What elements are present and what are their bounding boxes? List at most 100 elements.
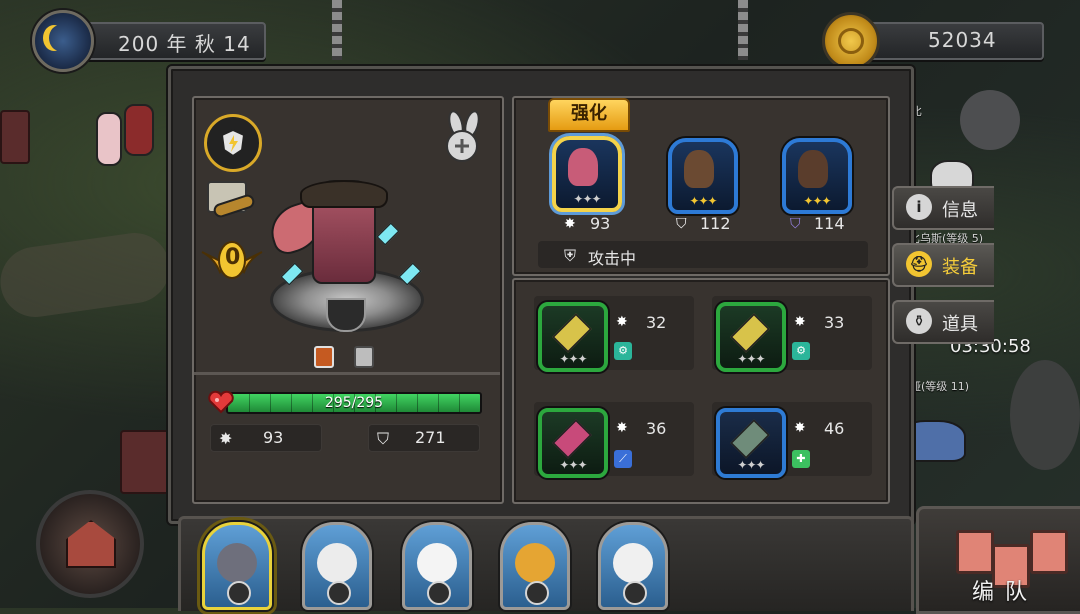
tab-info-label: 信息	[942, 200, 978, 221]
status-text: 攻击中	[588, 249, 637, 268]
tab-equipment[interactable]: ⛑ 装备	[892, 243, 994, 287]
background-house	[0, 110, 30, 164]
role-badge-icon	[623, 581, 647, 605]
equipment-slot-helmet[interactable]: ✦✦✦	[782, 138, 852, 214]
equipment-slot-weapon[interactable]: ✦✦✦	[552, 136, 622, 212]
hp-bar: 295/295	[226, 392, 482, 414]
accessory-value: 46	[824, 419, 845, 438]
status-bar: ⛨ 攻击中	[538, 241, 868, 268]
armor-relic-item-icon	[730, 419, 770, 459]
weapon-item-icon	[568, 148, 598, 186]
background-path	[0, 228, 175, 322]
element-badge-icon	[354, 346, 374, 368]
role-badge-icon	[327, 581, 351, 605]
party-member-2[interactable]	[302, 522, 372, 610]
add-rabbit-icon[interactable]	[440, 110, 486, 164]
leopard-portrait	[515, 543, 555, 583]
accessory-slot-3[interactable]: ✦✦✦	[538, 408, 608, 478]
tab-equipment-label: 装备	[942, 257, 978, 278]
tech-tag-icon: ⚙	[614, 342, 632, 360]
item-stars: ✦✦✦	[803, 194, 831, 208]
shield-icon: ⛉	[676, 216, 687, 232]
team-formation-icon	[1030, 530, 1068, 574]
lightning-shield-icon[interactable]	[204, 114, 262, 172]
party-member-5[interactable]	[598, 522, 668, 610]
strengthen-tag[interactable]: 强化	[548, 98, 630, 132]
relic-item-icon	[552, 313, 592, 353]
attack-burst-icon: ✸	[794, 314, 806, 330]
hp-text: 295/295	[324, 395, 384, 411]
telescope-map-icon[interactable]	[204, 178, 258, 222]
item-stars: ✦✦✦	[737, 352, 765, 366]
villager-sprite[interactable]	[96, 112, 122, 166]
item-stars: ✦✦✦	[559, 352, 587, 366]
accessory-value: 32	[646, 313, 667, 332]
role-badge-icon	[427, 581, 451, 605]
accessory-value: 36	[646, 419, 667, 438]
party-member-4[interactable]	[500, 522, 570, 610]
team-formation-label: 编 队	[972, 580, 1029, 605]
pirate-bird-portrait	[217, 543, 257, 583]
helmet-icon: ⛑	[906, 251, 932, 277]
slash-tag-icon: ⟋	[614, 450, 632, 468]
attack-burst-icon: ✸	[616, 314, 628, 330]
moon-clock-icon[interactable]	[32, 10, 94, 72]
home-house-button[interactable]	[36, 490, 144, 598]
tab-items[interactable]: ⚱ 道具	[892, 300, 994, 344]
hanging-chain	[332, 0, 342, 60]
defense-value: 271	[415, 428, 446, 447]
hanging-chain	[738, 0, 748, 60]
attack-burst-icon: ✸	[794, 420, 806, 436]
polar-bear-portrait	[417, 543, 457, 583]
role-badge-icon	[525, 581, 549, 605]
npc-portrait-bubble[interactable]	[960, 90, 1020, 150]
background-rock	[1010, 360, 1080, 470]
date-bar: 200 年 秋 14	[76, 22, 266, 60]
item-stars: ✦✦✦	[573, 192, 601, 206]
relic-item-icon	[730, 313, 770, 353]
plus-tag-icon: ✚	[792, 450, 810, 468]
helmet-value: 114	[814, 214, 845, 233]
team-formation-icon	[956, 530, 994, 574]
heart-icon	[208, 390, 234, 414]
white-alpaca-portrait	[613, 543, 653, 583]
armor-item-icon	[684, 150, 714, 188]
tech-tag-icon: ⚙	[792, 342, 810, 360]
class-badge-icon	[314, 346, 334, 368]
accessory-slot-1[interactable]: ✦✦✦	[538, 302, 608, 372]
accessory-slot-4[interactable]: ✦✦✦	[716, 408, 786, 478]
rank-value: 0	[225, 245, 241, 270]
gold-bar: 52034	[866, 22, 1044, 60]
attack-burst-icon: ✸	[219, 429, 233, 448]
moon-glyph	[49, 25, 71, 51]
accessory-value: 33	[824, 313, 845, 332]
panel-divider	[194, 372, 500, 375]
defense-stat: ⛉ 271	[368, 424, 480, 452]
helmet-item-icon	[798, 150, 828, 188]
villager-sprite[interactable]	[124, 104, 154, 156]
item-stars: ✦✦✦	[689, 194, 717, 208]
weapon-value: 93	[590, 214, 611, 233]
item-stars: ✦✦✦	[559, 458, 587, 472]
party-member-1[interactable]	[202, 522, 272, 610]
battle-badge-icon: ⛨	[564, 246, 577, 265]
party-member-3[interactable]	[402, 522, 472, 610]
armor-value: 112	[700, 214, 731, 233]
tab-info[interactable]: i 信息	[892, 186, 994, 230]
hero-hat	[300, 180, 388, 208]
role-badge-icon	[227, 581, 251, 605]
equipment-slot-armor[interactable]: ✦✦✦	[668, 138, 738, 214]
pedestal-shield-emblem	[326, 298, 366, 332]
tab-items-label: 道具	[942, 314, 978, 335]
shield-icon: ⛉	[377, 429, 390, 448]
attack-stat: ✸ 93	[210, 424, 322, 452]
winged-badge-icon[interactable]: 0	[200, 238, 264, 284]
accessory-slot-2[interactable]: ✦✦✦	[716, 302, 786, 372]
crystal-item-icon	[552, 419, 592, 459]
eagle-portrait	[317, 543, 357, 583]
attack-burst-icon: ✸	[564, 216, 576, 232]
attack-value: 93	[263, 428, 284, 447]
bag-icon: ⚱	[906, 308, 932, 334]
purple-shield-icon: ⛉	[790, 216, 801, 232]
attack-burst-icon: ✸	[616, 420, 628, 436]
